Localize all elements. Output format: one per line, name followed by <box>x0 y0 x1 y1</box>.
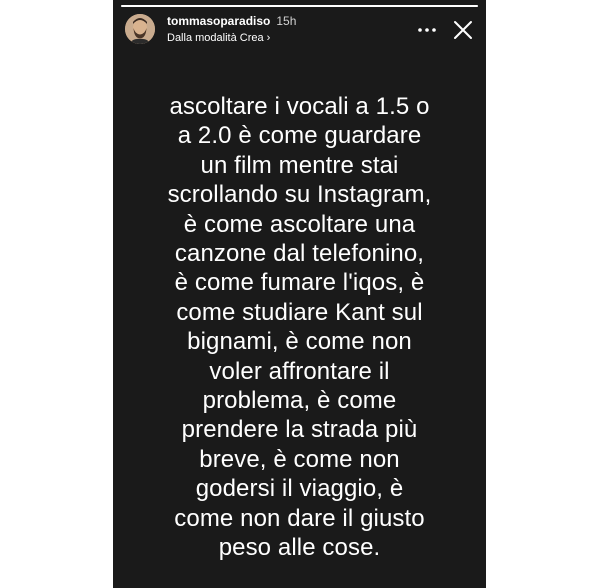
story-text-line: godersi il viaggio, è <box>195 475 404 503</box>
story-text-line: a 2.0 è come guardare <box>177 122 422 150</box>
chevron-right-icon: › <box>266 32 271 44</box>
story-text-block: ascoltare i vocali a 1.5 o a 2.0 è come … <box>127 92 472 563</box>
story-text-line: peso alle cose. <box>218 534 381 562</box>
story-text-line: problema, è come <box>202 387 397 415</box>
more-options-button[interactable] <box>415 20 439 40</box>
story-text-line: come studiare Kant sul <box>176 298 423 326</box>
story-text-line: un film mentre stai <box>200 151 399 179</box>
close-icon <box>454 21 472 39</box>
story-text-line: breve, è come non <box>199 445 400 473</box>
story-text-line: è come fumare l'iqos, è <box>174 269 425 297</box>
avatar-bearded-man <box>125 14 155 44</box>
story-viewer[interactable]: tommasoparadiso 15h Dalla modalità Crea ›… <box>113 0 486 588</box>
close-story-button[interactable] <box>453 20 473 40</box>
story-text-line: ascoltare i vocali a 1.5 o <box>169 93 430 120</box>
story-text-line: voler affrontare il <box>209 357 390 385</box>
story-text-line: come non dare il giusto <box>174 504 425 532</box>
user-avatar[interactable] <box>125 14 155 44</box>
create-mode-label: Dalla modalità Crea <box>167 32 264 44</box>
story-header-info: tommasoparadiso 15h Dalla modalità Crea › <box>167 14 296 46</box>
story-progress-bar <box>121 5 478 7</box>
story-text-line: scrollando su Instagram, <box>167 181 432 209</box>
story-text-line: canzone dal telefonino, <box>174 240 425 268</box>
story-text-line: bignami, è come non <box>187 328 412 356</box>
story-text-line: prendere la strada più <box>181 416 418 444</box>
more-horizontal-icon <box>418 28 436 32</box>
create-mode-link[interactable]: Dalla modalità Crea › <box>167 31 296 46</box>
username[interactable]: tommasoparadiso <box>167 14 270 28</box>
story-text-line: è come ascoltare una <box>183 210 416 238</box>
story-progress-fill <box>121 5 478 7</box>
story-timestamp: 15h <box>276 14 297 28</box>
